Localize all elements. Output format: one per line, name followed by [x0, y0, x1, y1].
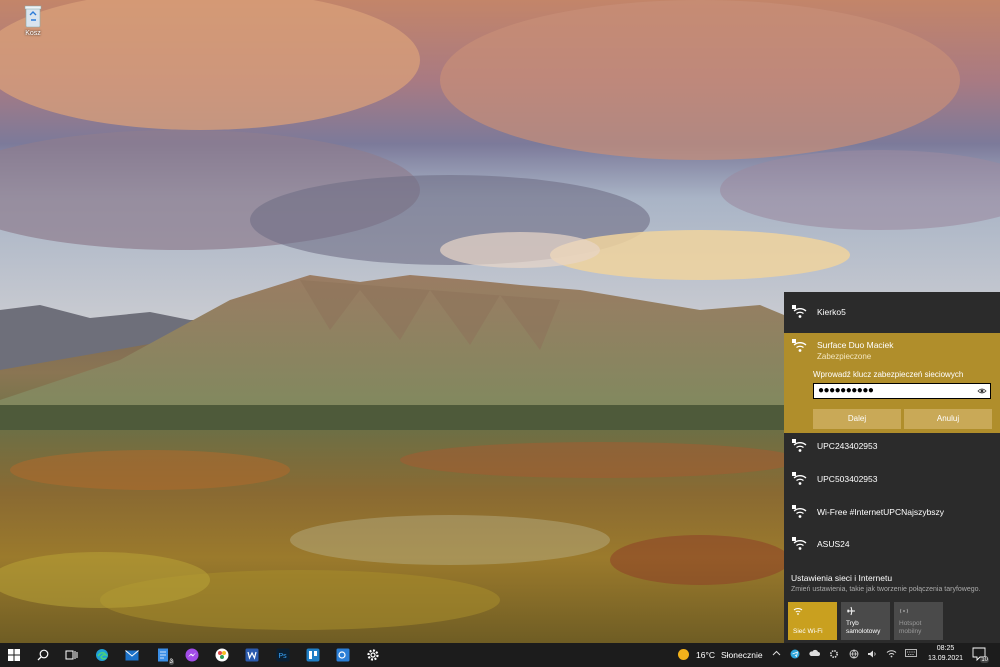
wifi-secured-icon	[792, 305, 807, 318]
next-button[interactable]: Dalej	[813, 409, 901, 429]
airplane-mode-tile[interactable]: Tryb samolotowy	[841, 602, 890, 640]
wifi-secured-icon	[792, 339, 807, 352]
gear-icon	[829, 649, 839, 659]
cloud-icon	[809, 649, 820, 656]
security-key-input[interactable]: ●●●●●●●●●●	[813, 383, 991, 399]
keyboard-icon	[905, 649, 917, 657]
photos-taskbar-button[interactable]	[213, 646, 231, 664]
action-center-button[interactable]: 10	[972, 647, 989, 663]
network-flyout: Kierko5 Surface Duo Maciek Zabezpieczone…	[784, 292, 1000, 643]
network-item[interactable]: Wi-Free #InternetUPCNajszybszy	[784, 496, 1000, 528]
app-badge: 3	[168, 659, 174, 665]
sun-icon	[678, 649, 689, 660]
tile-label: Sieć Wi-Fi	[793, 628, 823, 635]
show-hidden-icons-button[interactable]	[772, 649, 781, 660]
wifi-secured-icon	[792, 537, 807, 550]
recycle-bin-desktop-icon[interactable]: Kosz	[16, 4, 50, 37]
network-item[interactable]: UPC503402953	[784, 463, 1000, 495]
clock-date: 13.09.2021	[928, 655, 964, 662]
recycle-bin-icon	[22, 4, 44, 28]
taskbar: 3 Ps 16°C Słonecznie 08:25 13.09.2021 10	[0, 643, 1000, 667]
tile-label: Tryb samolotowy	[846, 620, 881, 635]
speaker-icon	[868, 650, 876, 658]
outlook-icon	[336, 648, 350, 662]
mail-icon	[125, 649, 139, 660]
volume-tray-icon[interactable]	[867, 649, 877, 661]
network-security-status: Zabezpieczone	[817, 352, 872, 361]
start-button[interactable]	[5, 646, 23, 664]
tile-label: Hotspot mobilny	[899, 620, 922, 635]
store-taskbar-button[interactable]: 3	[154, 646, 174, 665]
weather-widget[interactable]: 16°C Słonecznie	[678, 649, 763, 660]
reveal-password-icon[interactable]	[977, 386, 987, 396]
edge-icon	[96, 649, 109, 661]
wifi-secured-icon	[792, 439, 807, 452]
word-taskbar-button[interactable]	[243, 646, 261, 664]
mobile-hotspot-tile[interactable]: Hotspot mobilny	[894, 602, 943, 640]
task-view-button[interactable]	[62, 646, 80, 664]
trello-taskbar-button[interactable]	[304, 646, 322, 664]
trello-icon	[306, 648, 320, 662]
cancel-button[interactable]: Anuluj	[904, 409, 992, 429]
network-settings-link[interactable]: Ustawienia sieci i Internetu Zmień ustaw…	[791, 573, 981, 593]
photos-icon	[215, 648, 229, 662]
svg-text:Ps: Ps	[279, 653, 288, 660]
app-tray-icon[interactable]	[829, 649, 839, 661]
recycle-bin-label: Kosz	[25, 30, 41, 37]
weather-temperature: 16°C	[696, 649, 715, 660]
settings-taskbar-button[interactable]	[364, 646, 382, 664]
mail-taskbar-button[interactable]	[123, 646, 141, 664]
network-tray-icon[interactable]	[886, 649, 897, 660]
globe-icon	[849, 649, 859, 659]
wifi-secured-icon	[792, 505, 807, 518]
network-name: Kierko5	[817, 307, 846, 317]
messenger-taskbar-button[interactable]	[183, 646, 201, 664]
telegram-tray-icon[interactable]	[790, 649, 800, 661]
network-name: Surface Duo Maciek	[817, 340, 894, 350]
weather-description: Słonecznie	[721, 649, 763, 660]
windows-logo-icon	[8, 649, 20, 661]
hotspot-icon	[900, 608, 908, 614]
quick-action-tiles: Sieć Wi-Fi Tryb samolotowy Hotspot mobil…	[788, 602, 943, 640]
search-button[interactable]	[34, 646, 52, 664]
network-name: ASUS24	[817, 539, 850, 549]
task-view-icon	[65, 650, 77, 660]
network-item-kierko5[interactable]: Kierko5	[784, 296, 1000, 328]
airplane-icon	[847, 606, 855, 616]
network-item[interactable]: UPC243402953	[784, 430, 1000, 462]
network-item[interactable]: ASUS24	[784, 528, 1000, 560]
network-name: UPC503402953	[817, 474, 878, 484]
gear-icon	[367, 649, 379, 661]
network-name: UPC243402953	[817, 441, 878, 451]
notification-count: 10	[980, 657, 989, 663]
wifi-icon	[793, 608, 803, 615]
chevron-up-icon	[772, 650, 781, 656]
language-tray-icon[interactable]	[849, 649, 859, 661]
wifi-secured-icon	[792, 472, 807, 485]
edge-taskbar-button[interactable]	[93, 646, 111, 664]
photoshop-taskbar-button[interactable]: Ps	[274, 646, 292, 664]
settings-description: Zmień ustawienia, takie jak tworzenie po…	[791, 586, 981, 593]
wifi-toggle-tile[interactable]: Sieć Wi-Fi	[788, 602, 837, 640]
security-key-value: ●●●●●●●●●●	[818, 385, 874, 396]
network-item-expanded[interactable]: Surface Duo Maciek Zabezpieczone Wprowad…	[784, 333, 1000, 433]
network-name: Wi-Free #InternetUPCNajszybszy	[817, 507, 945, 517]
keyboard-tray-icon[interactable]	[905, 649, 917, 659]
clock-time: 08:25	[936, 645, 955, 652]
security-key-prompt: Wprowadź klucz zabezpieczeń sieciowych	[813, 370, 964, 379]
messenger-icon	[185, 648, 199, 662]
onedrive-tray-icon[interactable]	[809, 649, 820, 659]
outlook-taskbar-button[interactable]	[334, 646, 352, 664]
word-icon	[245, 648, 259, 662]
photoshop-icon: Ps	[276, 648, 290, 662]
settings-title[interactable]: Ustawienia sieci i Internetu	[791, 573, 981, 583]
telegram-icon	[790, 649, 800, 659]
document-icon	[158, 648, 168, 662]
search-icon	[37, 649, 49, 661]
wifi-icon	[886, 650, 897, 658]
clock[interactable]: 08:25 13.09.2021	[928, 644, 963, 664]
